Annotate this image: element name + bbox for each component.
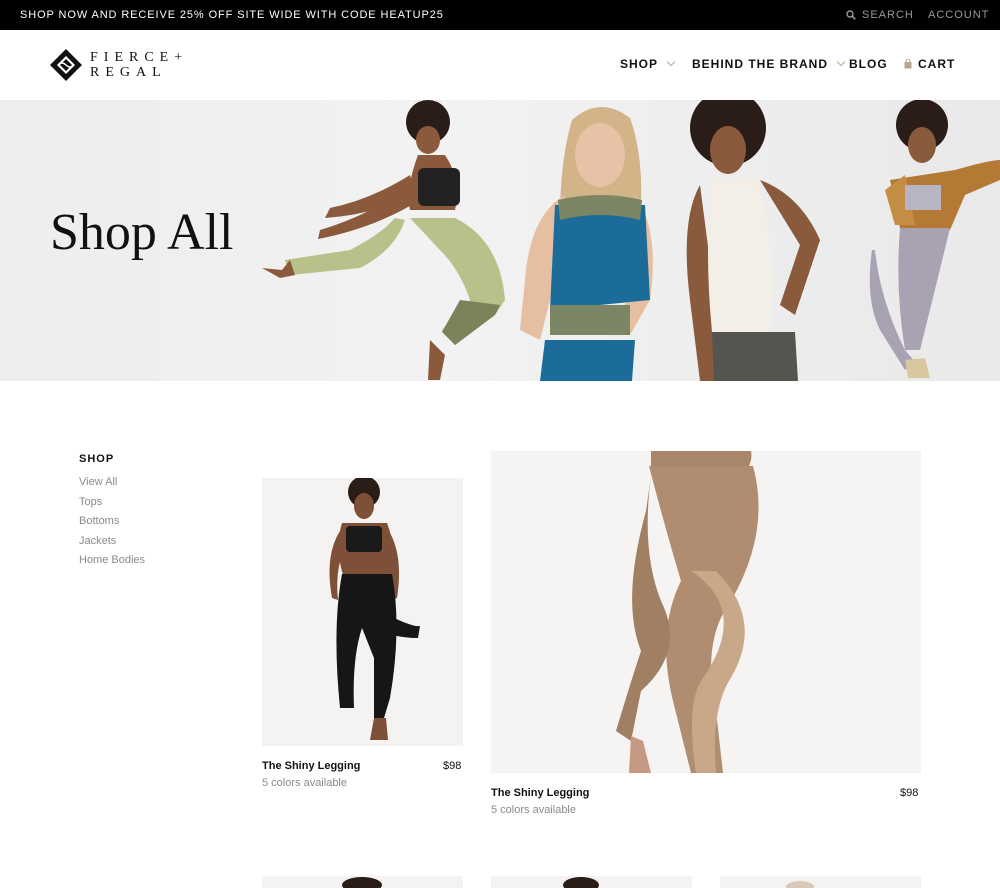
model-jumping-figure [262,100,505,380]
logo-line-1: FIERCE+ [90,50,189,65]
sidebar-item-jackets[interactable]: Jackets [79,534,145,554]
product-name[interactable]: The Shiny Legging [262,760,360,772]
logo-wordmark: FIERCE+ REGAL [90,50,188,80]
chevron-down-icon [836,57,846,67]
sidebar-category-list: View All Tops Bottoms Jackets Home Bodie… [79,475,145,573]
hero-banner: Shop All [0,100,1000,381]
nav-blog[interactable]: BLOG [849,57,888,71]
product-colors: 5 colors available [491,804,576,816]
nav-blog-label: BLOG [849,57,888,71]
model-hair-partial [342,877,382,888]
nav-cart-label: CART [918,57,956,71]
nav-behind-the-brand-label: BEHIND THE BRAND [692,57,828,71]
sidebar-item-bottoms[interactable]: Bottoms [79,514,145,534]
nav-shop[interactable]: SHOP [620,57,676,71]
page-title: Shop All [50,204,234,261]
sidebar-item-view-all[interactable]: View All [79,475,145,495]
product-colors: 5 colors available [262,777,347,789]
nav-cart[interactable]: CART [904,57,955,71]
product-image[interactable] [491,876,692,888]
product-image[interactable] [720,876,921,888]
nav-behind-the-brand[interactable]: BEHIND THE BRAND [692,57,846,71]
brand-logo[interactable]: FIERCE+ REGAL [50,49,188,81]
sidebar-heading: SHOP [79,453,115,465]
product-name[interactable]: The Shiny Legging [491,787,589,799]
logo-line-2: REGAL [90,65,167,80]
sidebar-item-home-bodies[interactable]: Home Bodies [79,553,145,573]
model-black-legging-figure [329,478,420,740]
announcement-bar: SHOP NOW AND RECEIVE 25% OFF SITE WIDE W… [0,0,1000,30]
sidebar-item-tops[interactable]: Tops [79,495,145,515]
model-hair-partial [563,877,599,888]
product-price: $98 [900,787,919,799]
search-label: SEARCH [862,9,914,21]
shopping-bag-icon [904,59,912,69]
diamond-logo-icon [50,49,82,81]
model-gold-jacket-figure [869,100,1000,378]
model-teal-figure [520,106,653,381]
product-price: $98 [443,760,462,772]
model-partial [786,881,814,888]
product-image[interactable] [262,478,463,746]
chevron-down-icon [666,57,676,67]
product-image[interactable] [491,451,921,773]
account-link[interactable]: ACCOUNT [928,9,989,21]
nav-shop-label: SHOP [620,57,659,71]
search-link[interactable]: SEARCH [846,9,914,21]
model-bronze-legging-figure [616,451,759,773]
product-image[interactable] [262,876,463,888]
site-header: FIERCE+ REGAL SHOP BEHIND THE BRAND BLOG… [0,30,1000,100]
search-icon [846,10,856,20]
model-white-tank-figure [686,100,820,381]
promo-text: SHOP NOW AND RECEIVE 25% OFF SITE WIDE W… [20,9,444,21]
